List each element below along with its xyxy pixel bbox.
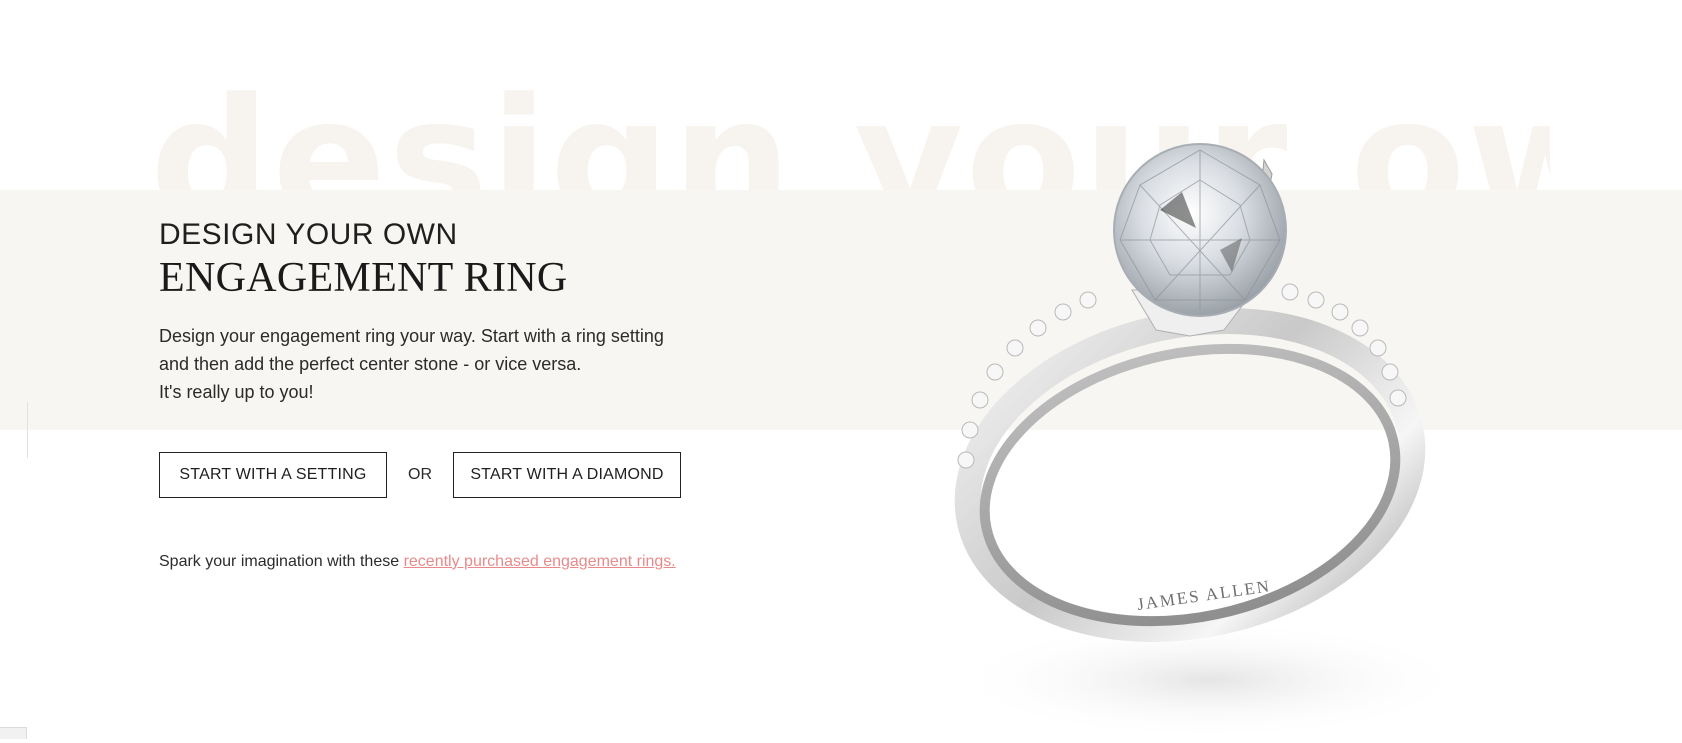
spark-prefix: Spark your imagination with these <box>159 553 404 570</box>
hero-kicker: DESIGN YOUR OWN <box>159 218 458 251</box>
description-line: and then add the perfect center stone - … <box>159 354 582 374</box>
corner-widget <box>0 727 27 739</box>
or-separator: OR <box>408 466 432 483</box>
ring-shadow <box>950 620 1470 740</box>
cta-row: START WITH A SETTING OR START WITH A DIA… <box>159 452 681 498</box>
start-with-setting-button[interactable]: START WITH A SETTING <box>159 452 387 498</box>
page-title: ENGAGEMENT RING <box>159 255 568 301</box>
ring-image: JAMES ALLEN <box>920 140 1480 740</box>
description-line: Design your engagement ring your way. St… <box>159 326 664 346</box>
hero-text-block: DESIGN YOUR OWN ENGAGEMENT RING Design y… <box>159 218 719 406</box>
spark-text: Spark your imagination with these recent… <box>159 553 676 571</box>
scroll-indicator <box>27 402 28 458</box>
recent-rings-link[interactable]: recently purchased engagement rings. <box>404 553 676 570</box>
start-with-diamond-button[interactable]: START WITH A DIAMOND <box>453 452 681 498</box>
description-line: It's really up to you! <box>159 382 314 402</box>
hero-description: Design your engagement ring your way. St… <box>159 322 719 406</box>
